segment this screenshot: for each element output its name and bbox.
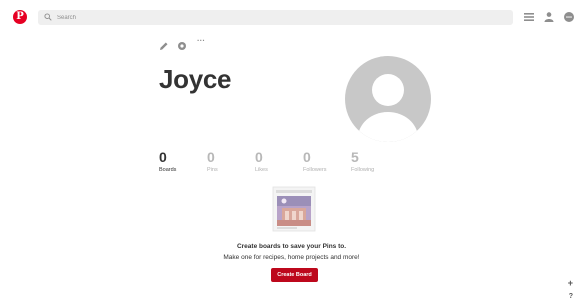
edit-pencil-icon[interactable] — [159, 38, 169, 56]
more-dots-icon[interactable]: ··· — [197, 36, 205, 45]
empty-state-title: Create boards to save your Pins to. — [236, 243, 347, 250]
profile-name: Joyce — [159, 64, 232, 94]
stat-following[interactable]: 5 Following — [351, 150, 399, 173]
stat-label: Likes — [255, 167, 268, 173]
empty-state-subtitle: Make one for recipes, home projects and … — [223, 254, 360, 261]
stat-followers[interactable]: 0 Followers — [303, 150, 351, 173]
menu-icon[interactable] — [523, 11, 535, 23]
messages-icon[interactable] — [563, 11, 575, 23]
boards-illustration — [271, 186, 317, 232]
stat-label: Following — [351, 167, 375, 173]
stat-value: 5 — [351, 149, 359, 165]
add-icon[interactable]: + — [568, 278, 573, 288]
stat-pins[interactable]: 0 Pins — [207, 150, 255, 173]
settings-gear-icon[interactable] — [177, 38, 187, 56]
stat-value: 0 — [207, 149, 215, 165]
help-icon[interactable]: ? — [569, 293, 573, 300]
stat-label: Pins — [207, 167, 218, 173]
avatar-placeholder-icon — [358, 74, 418, 142]
search-bar[interactable] — [38, 10, 513, 25]
stat-likes[interactable]: 0 Likes — [255, 150, 303, 173]
stat-value: 0 — [255, 149, 263, 165]
stat-label: Boards — [159, 167, 177, 173]
stat-value: 0 — [303, 149, 311, 165]
stat-label: Followers — [303, 167, 327, 173]
create-board-button[interactable]: Create Board — [271, 268, 318, 282]
avatar[interactable] — [345, 56, 431, 142]
top-bar: P — [0, 0, 583, 36]
profile-icon[interactable] — [543, 11, 555, 23]
search-input[interactable] — [57, 10, 497, 25]
pinterest-logo-icon[interactable]: P — [13, 10, 27, 24]
stat-value: 0 — [159, 149, 167, 165]
search-icon — [44, 13, 52, 21]
stat-boards[interactable]: 0 Boards — [159, 150, 207, 173]
